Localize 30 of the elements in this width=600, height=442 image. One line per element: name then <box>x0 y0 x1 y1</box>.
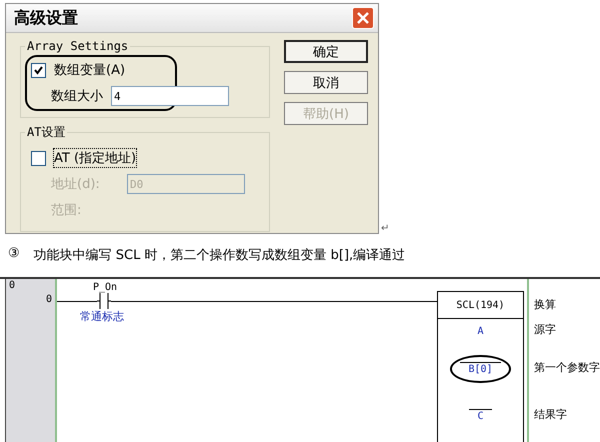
checkbox-label[interactable]: 数组变量(A) <box>54 61 126 79</box>
dialog-button[interactable]: 取消 <box>284 71 368 94</box>
checkbox[interactable] <box>31 150 46 166</box>
close-button[interactable] <box>352 7 374 29</box>
instruction-name: SCL(194) <box>456 300 505 310</box>
operand-comment: 结果字 <box>534 406 567 422</box>
field-label: 数组大小 <box>51 88 103 105</box>
contact-name: P_On <box>93 282 118 293</box>
operand-comment: 源字 <box>534 322 556 336</box>
operand-comment: 第一个参数字 <box>534 360 600 374</box>
caption-text: 功能块中编写 SCL 时，第二个操作数写成数组变量 b[],编译通过 <box>34 247 406 264</box>
step-number: ③ <box>8 246 20 263</box>
window-title: 高级设置 <box>14 8 78 28</box>
rung-number: 0 <box>9 280 16 291</box>
operand: A <box>476 325 485 338</box>
checkbox[interactable] <box>31 62 46 78</box>
dialog-button[interactable]: 确定 <box>284 40 368 63</box>
field-label: 范围: <box>51 202 82 219</box>
input-field[interactable]: 4 <box>111 86 229 106</box>
operand: B[0] <box>460 362 501 376</box>
contact-comment: 常通标志 <box>80 309 124 324</box>
checkbox-label[interactable]: AT (指定地址) <box>54 149 136 167</box>
step-number: 0 <box>46 294 52 305</box>
field-label: 地址(d): <box>51 176 101 193</box>
operand: C <box>469 409 492 423</box>
instruction-comment: 换算 <box>534 296 556 312</box>
paragraph-mark: ↵ <box>381 223 390 234</box>
group-title: Array Settings <box>26 39 130 53</box>
close-icon <box>357 12 369 24</box>
group-title: AT设置 <box>26 124 66 141</box>
